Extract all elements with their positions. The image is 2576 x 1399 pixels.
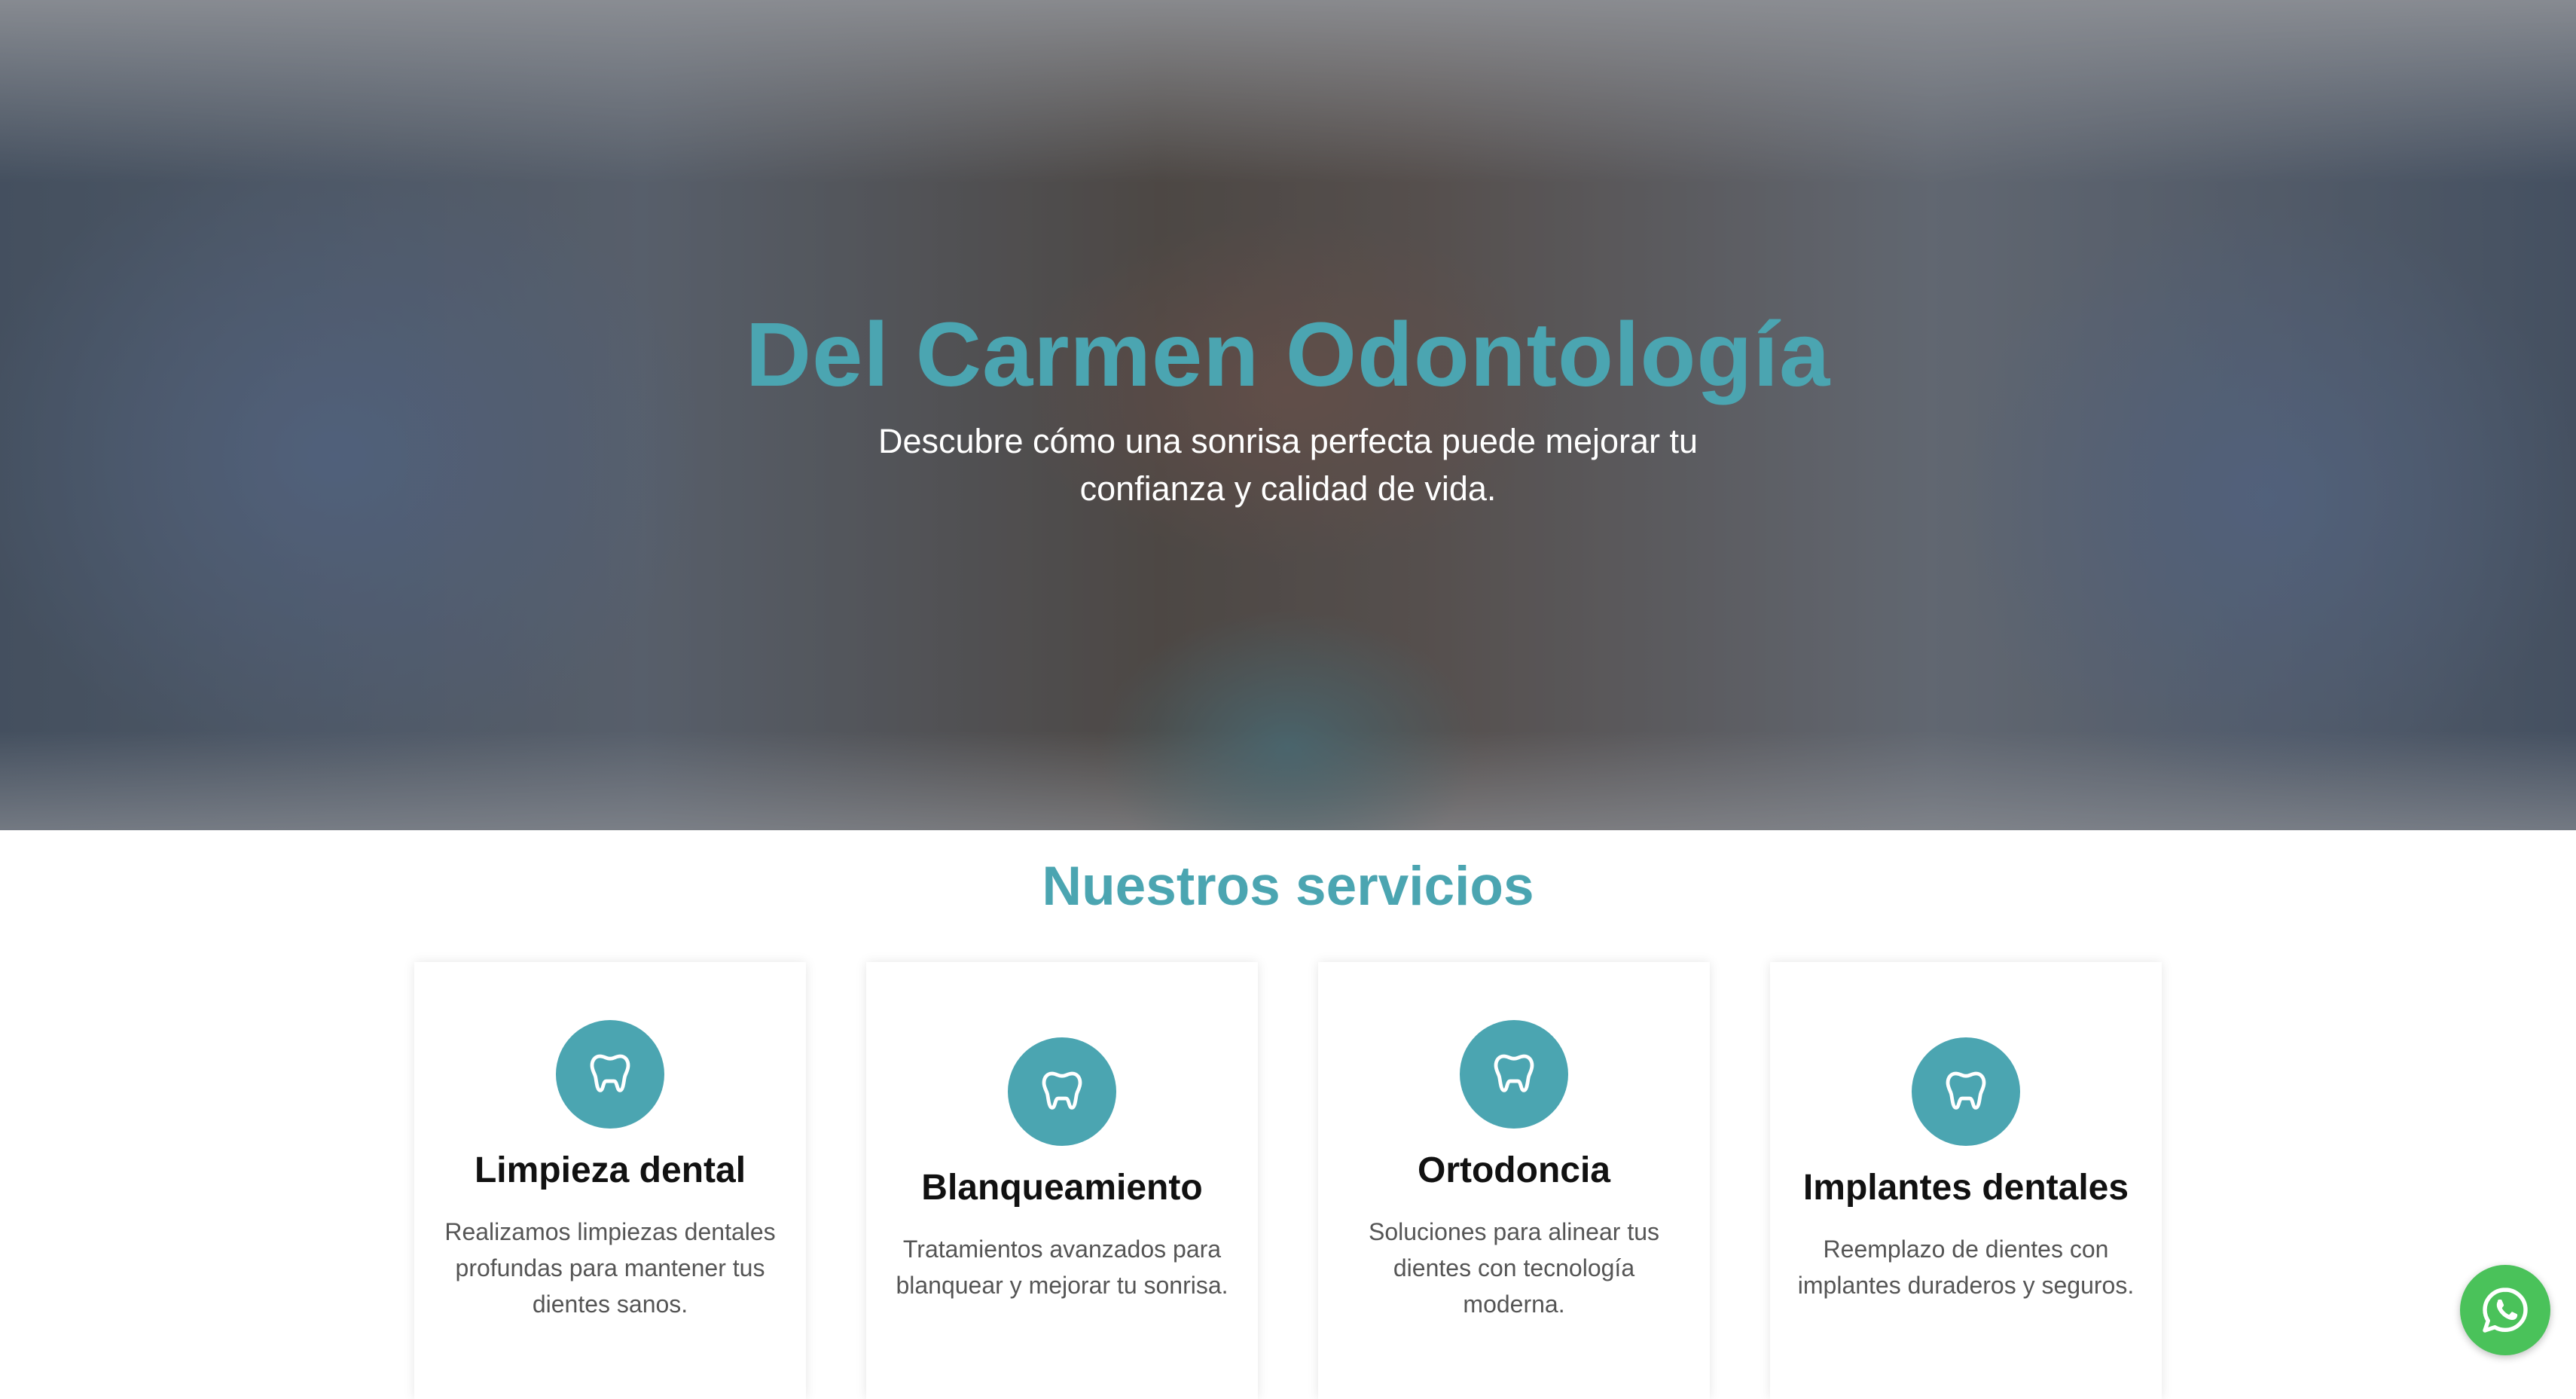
service-title: Ortodoncia (1417, 1150, 1610, 1190)
hero-subtitle: Descubre cómo una sonrisa perfecta puede… (877, 422, 1699, 508)
tooth-icon (1008, 1037, 1116, 1146)
whatsapp-button[interactable] (2460, 1265, 2550, 1355)
whatsapp-icon (2483, 1288, 2528, 1333)
service-title: Implantes dentales (1802, 1168, 2129, 1208)
service-description: Tratamientos avanzados para blanquear y … (896, 1236, 1228, 1299)
hero-title: Del Carmen Odontología (745, 303, 1831, 405)
service-card-blanqueamiento: Blanqueamiento Tratamientos avanzados pa… (866, 962, 1258, 1399)
service-description: Reemplazo de dientes con implantes durad… (1797, 1236, 2135, 1299)
service-title: Blanqueamiento (921, 1168, 1203, 1208)
service-card-limpieza: Limpieza dental Realizamos limpiezas den… (414, 962, 806, 1399)
service-description: Soluciones para alinear tus dientes con … (1368, 1218, 1659, 1318)
service-description: Realizamos limpiezas dentales profundas … (444, 1218, 776, 1318)
tooth-icon (1460, 1020, 1568, 1129)
services-title: Nuestros servicios (1042, 856, 1534, 917)
tooth-icon (1912, 1037, 2020, 1146)
tooth-icon (556, 1020, 664, 1129)
service-card-implantes: Implantes dentales Reemplazo de dientes … (1770, 962, 2162, 1399)
service-title: Limpieza dental (474, 1150, 746, 1190)
service-card-ortodoncia: Ortodoncia Soluciones para alinear tus d… (1318, 962, 1710, 1399)
hero-content: Del Carmen Odontología Descubre cómo una… (0, 301, 2576, 512)
hero-section: Del Carmen Odontología Descubre cómo una… (0, 0, 2576, 830)
